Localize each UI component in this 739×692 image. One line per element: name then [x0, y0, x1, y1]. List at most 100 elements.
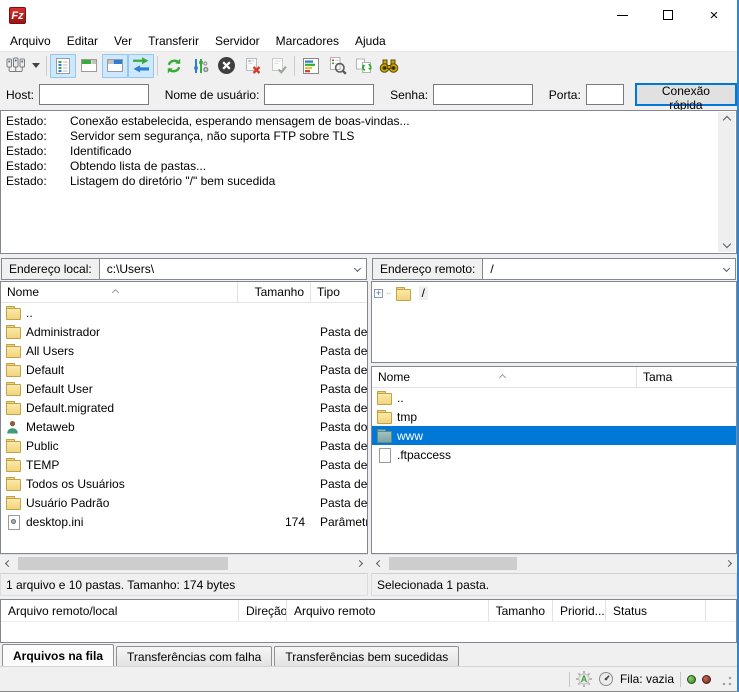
table-row[interactable]: Public Pasta de — [1, 436, 367, 455]
menu-item-transferir[interactable]: Transferir — [140, 32, 207, 50]
toggle-remote-tree-button[interactable] — [102, 54, 128, 78]
file-panes: Endereço local: c:\Users\ Nome Tamanho T… — [0, 254, 737, 596]
queue-body-empty[interactable] — [1, 622, 736, 642]
column-header-remote-file[interactable]: Arquivo remoto — [287, 600, 489, 621]
local-address-bar: Endereço local: c:\Users\ — [0, 257, 368, 281]
auto-transfer-gear-icon[interactable]: A — [576, 671, 592, 687]
refresh-button[interactable] — [161, 54, 187, 78]
column-header-type[interactable]: Tipo — [311, 282, 367, 302]
password-label: Senha: — [390, 88, 428, 102]
column-header-remote-local-file[interactable]: Arquivo remoto/local — [1, 600, 239, 621]
menu-item-marcadores[interactable]: Marcadores — [268, 32, 347, 50]
local-address-dropdown[interactable] — [348, 259, 366, 279]
reconnect-button[interactable] — [265, 54, 291, 78]
table-row[interactable]: All Users Pasta de — [1, 341, 367, 360]
table-row[interactable]: .. — [1, 303, 367, 322]
column-header-status[interactable]: Status — [606, 600, 706, 621]
table-row[interactable]: .. — [372, 388, 736, 407]
remote-horizontal-scrollbar[interactable] — [371, 554, 737, 571]
table-row[interactable]: Administrador Pasta de — [1, 322, 367, 341]
filezilla-logo-icon: Fz — [9, 7, 26, 24]
filter-settings-button[interactable] — [187, 54, 213, 78]
log-message: Conexão estabelecida, esperando mensagem… — [70, 114, 410, 129]
local-address-value[interactable]: c:\Users\ — [100, 259, 348, 279]
scrollbar-thumb[interactable] — [389, 557, 517, 570]
tab-transferencias-bem-sucedidas[interactable]: Transferências bem sucedidas — [274, 646, 459, 666]
resize-grip[interactable] — [721, 675, 733, 687]
table-row[interactable]: Todos os Usuários Pasta de — [1, 474, 367, 493]
site-manager-button[interactable] — [3, 54, 29, 78]
file-name: Default.migrated — [26, 401, 240, 415]
username-input[interactable] — [264, 84, 374, 105]
log-message: Obtendo lista de pastas... — [70, 159, 206, 174]
log-vertical-scrollbar[interactable] — [718, 112, 735, 252]
directory-comparison-button[interactable] — [298, 54, 324, 78]
tab-transferencias-com-falha[interactable]: Transferências com falha — [116, 646, 272, 666]
table-row-selected[interactable]: www — [372, 426, 736, 445]
remote-address-dropdown[interactable] — [717, 259, 735, 279]
column-header-size[interactable]: Tama — [637, 367, 736, 387]
table-row[interactable]: Metaweb Pasta do — [1, 417, 367, 436]
host-input[interactable] — [39, 84, 149, 105]
log-status-label: Estado: — [6, 144, 70, 159]
maximize-button[interactable] — [645, 0, 691, 30]
cancel-operation-button[interactable] — [213, 54, 239, 78]
file-type: Pasta de — [313, 363, 367, 377]
scroll-right-icon[interactable] — [351, 555, 368, 572]
synchronized-browsing-button[interactable] — [350, 54, 376, 78]
table-row[interactable]: Default User Pasta de — [1, 379, 367, 398]
toggle-message-log-button[interactable] — [50, 54, 76, 78]
tree-expand-icon[interactable]: + — [374, 289, 383, 298]
search-files-button[interactable] — [324, 54, 350, 78]
log-line: Estado: Conexão estabelecida, esperando … — [6, 114, 714, 129]
scroll-up-icon[interactable] — [722, 116, 730, 124]
local-horizontal-scrollbar[interactable] — [0, 554, 368, 571]
toggle-transfer-queue-button[interactable] — [128, 54, 154, 78]
menu-item-ver[interactable]: Ver — [106, 32, 140, 50]
quick-connect-bar: Host: Nome de usuário: Senha: Porta: Con… — [0, 79, 737, 110]
folder-icon — [6, 382, 21, 395]
minimize-button[interactable] — [599, 0, 645, 30]
folder-icon — [6, 344, 21, 357]
tree-item-root[interactable]: + ·· / — [374, 286, 734, 300]
toggle-local-tree-button[interactable] — [76, 54, 102, 78]
disconnect-button[interactable] — [239, 54, 265, 78]
file-name: desktop.ini — [26, 515, 240, 529]
table-row[interactable]: Usuário Padrão Pasta de — [1, 493, 367, 512]
remote-file-list: Nome Tama .. tmp www .ftpaccess — [371, 366, 737, 554]
menu-item-arquivo[interactable]: Arquivo — [2, 32, 59, 50]
local-address-combobox[interactable]: Endereço local: c:\Users\ — [1, 258, 367, 280]
remote-address-value[interactable]: / — [483, 259, 717, 279]
table-row[interactable]: TEMP Pasta de — [1, 455, 367, 474]
column-header-priority[interactable]: Priorid... — [553, 600, 606, 621]
remote-address-combobox[interactable]: Endereço remoto: / — [372, 258, 736, 280]
scroll-down-icon[interactable] — [722, 240, 730, 248]
speed-limits-icon[interactable] — [598, 671, 614, 687]
scroll-left-icon[interactable] — [0, 555, 17, 572]
folder-icon — [377, 410, 392, 423]
table-row[interactable]: desktop.ini 174 Parâmetr — [1, 512, 367, 531]
scroll-right-icon[interactable] — [720, 555, 737, 572]
log-message: Listagem do diretório "/" bem sucedida — [70, 174, 275, 189]
quick-connect-button[interactable]: Conexão rápida — [635, 83, 737, 106]
table-row[interactable]: .ftpaccess — [372, 445, 736, 464]
table-row[interactable]: tmp — [372, 407, 736, 426]
table-row[interactable]: Default.migrated Pasta de — [1, 398, 367, 417]
table-row[interactable]: Default Pasta de — [1, 360, 367, 379]
column-header-size[interactable]: Tamanho — [489, 600, 553, 621]
find-files-button[interactable] — [376, 54, 402, 78]
menu-item-servidor[interactable]: Servidor — [207, 32, 268, 50]
close-button[interactable]: × — [691, 0, 737, 30]
column-header-direction[interactable]: Direção — [239, 600, 287, 621]
site-manager-dropdown-button[interactable] — [29, 54, 43, 78]
menu-item-editar[interactable]: Editar — [59, 32, 106, 50]
password-input[interactable] — [433, 84, 533, 105]
scrollbar-thumb[interactable] — [18, 557, 228, 570]
port-input[interactable] — [586, 84, 624, 105]
menu-item-ajuda[interactable]: Ajuda — [347, 32, 394, 50]
tree-root-label[interactable]: / — [419, 286, 428, 300]
filezilla-window: Fz × Arquivo Editar Ver Transferir Servi… — [0, 0, 739, 692]
column-header-size[interactable]: Tamanho — [238, 282, 311, 302]
tab-arquivos-na-fila[interactable]: Arquivos na fila — [2, 644, 114, 666]
scroll-left-icon[interactable] — [371, 555, 388, 572]
